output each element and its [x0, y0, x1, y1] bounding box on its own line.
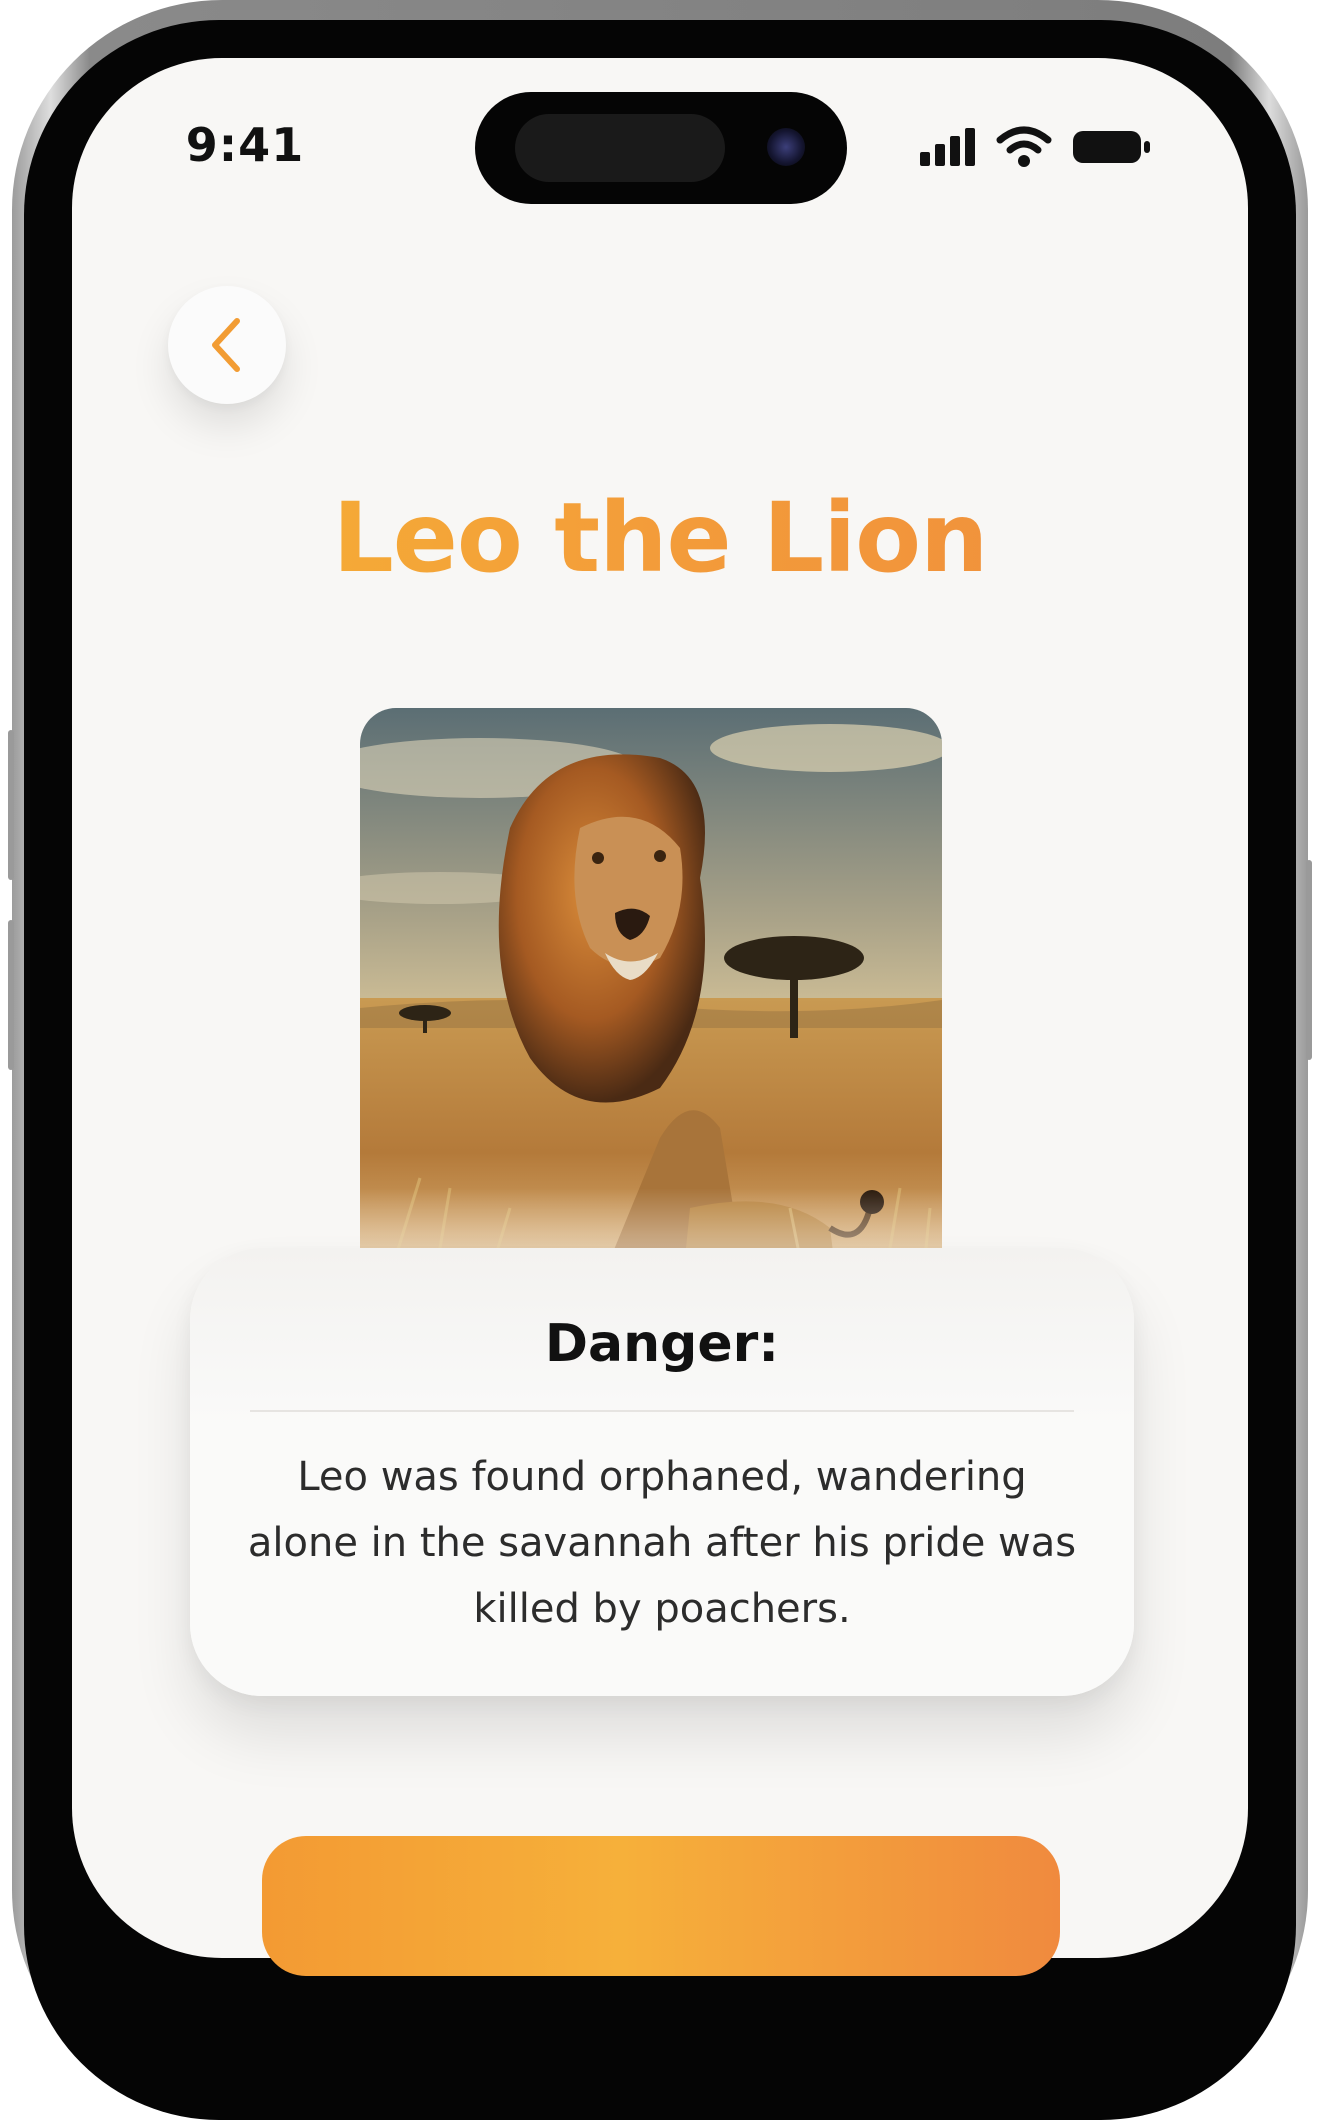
card-body: Leo was found orphaned, wandering alone … — [247, 1454, 1077, 1632]
battery-icon — [1073, 131, 1150, 163]
cellular-signal-icon — [920, 128, 978, 166]
dynamic-island — [475, 92, 847, 204]
volume-button — [8, 730, 14, 880]
back-button[interactable] — [168, 286, 286, 404]
info-card: Danger: Leo was found orphaned, wanderin… — [190, 1248, 1134, 1696]
status-time: 9:41 — [185, 118, 305, 172]
page-title: Leo the Lion — [0, 482, 1320, 594]
island-sensor — [515, 114, 725, 182]
volume-button — [8, 920, 14, 1070]
card-divider — [250, 1410, 1074, 1412]
wifi-icon — [996, 126, 1052, 167]
card-heading: Danger: — [544, 1314, 780, 1374]
front-camera — [767, 128, 805, 166]
primary-action-button[interactable] — [262, 1836, 1060, 1976]
power-button — [1306, 860, 1312, 1060]
chevron-left-icon — [212, 318, 240, 372]
lion-photo — [360, 708, 942, 1308]
